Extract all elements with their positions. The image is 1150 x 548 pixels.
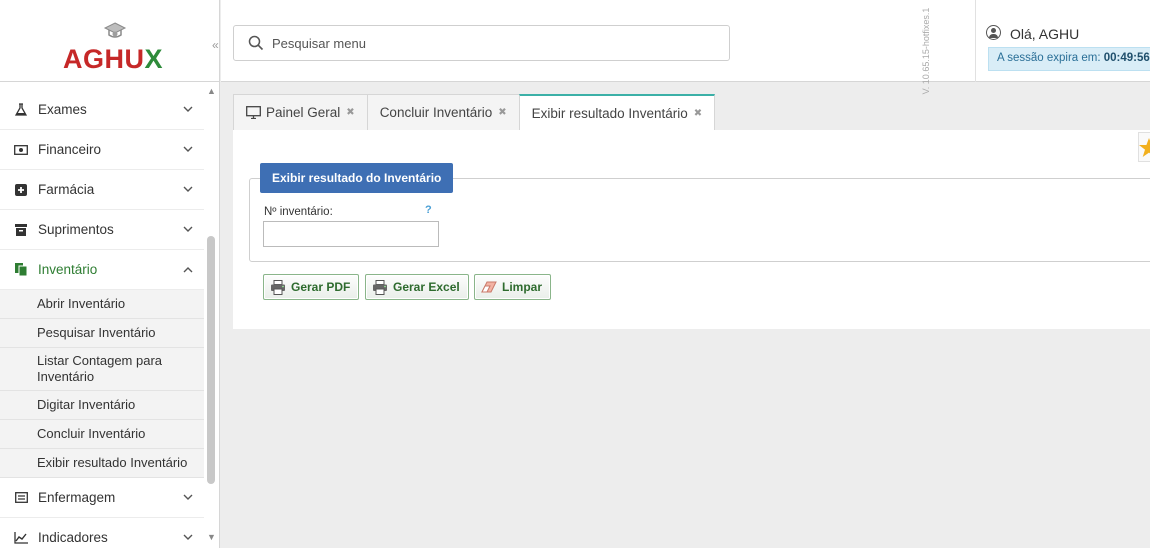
- printer-icon: [270, 279, 286, 295]
- plus-square-icon: [12, 182, 30, 198]
- tab-label: Exibir resultado Inventário: [531, 105, 688, 121]
- chevron-down-icon: [182, 532, 194, 544]
- copy-icon: [12, 262, 30, 278]
- session-label: A sessão expira em:: [997, 52, 1101, 64]
- tab-label: Concluir Inventário: [379, 105, 493, 120]
- sidebar-item-exames[interactable]: Exames: [0, 90, 204, 130]
- collapse-sidebar-icon[interactable]: «: [212, 38, 219, 52]
- search-icon: [248, 35, 264, 51]
- chevron-down-icon: [182, 492, 194, 504]
- flask-icon: [12, 102, 30, 118]
- sidebar-item-financeiro[interactable]: Financeiro: [0, 130, 204, 170]
- fieldset-legend: Exibir resultado do Inventário: [260, 163, 454, 193]
- tab-painel-geral[interactable]: Painel Geral ✖: [233, 94, 368, 130]
- version-label: V. 10.65.15-hotfixes.1: [918, 7, 931, 100]
- user-greeting[interactable]: Olá, AGHU: [1010, 26, 1079, 42]
- logo-wordmark: AGHUX: [63, 44, 164, 74]
- money-icon: [12, 142, 30, 158]
- session-timer: A sessão expira em: 00:49:56: [988, 47, 1150, 71]
- button-label: Gerar PDF: [291, 280, 351, 294]
- gerar-excel-button[interactable]: Gerar Excel: [365, 274, 469, 300]
- content-panel: Exibir resultado do Inventário Nº invent…: [233, 130, 1150, 329]
- submenu-item-listar-contagem[interactable]: Listar Contagem para Inventário: [0, 348, 204, 391]
- monitor-icon: [246, 106, 261, 119]
- chevron-down-icon: [182, 104, 194, 116]
- chevron-up-icon: [182, 264, 194, 276]
- sidebar-item-label: Enfermagem: [38, 490, 116, 505]
- sidebar-scrollbar[interactable]: ▲ ▼: [204, 84, 218, 548]
- tab-bar: Painel Geral ✖ Concluir Inventário ✖ Exi…: [233, 94, 716, 130]
- close-tab-icon[interactable]: ✖: [694, 108, 702, 119]
- button-label: Gerar Excel: [393, 280, 460, 294]
- sidebar-item-suprimentos[interactable]: Suprimentos: [0, 210, 204, 250]
- sidebar-item-inventario[interactable]: Inventário: [0, 250, 204, 290]
- tab-label: Painel Geral: [266, 105, 341, 120]
- tab-exibir-resultado-inventario[interactable]: Exibir resultado Inventário ✖: [518, 94, 716, 130]
- chevron-down-icon: [182, 184, 194, 196]
- chevron-down-icon: [182, 224, 194, 236]
- version-text: V. 10.65.15-hotfixes.1: [921, 7, 931, 95]
- sidebar-item-label: Farmácia: [38, 182, 95, 197]
- sidebar-item-label: Financeiro: [38, 142, 102, 157]
- graduation-cap-icon: [103, 22, 127, 38]
- close-tab-icon[interactable]: ✖: [346, 107, 354, 118]
- top-bar: V. 10.65.15-hotfixes.1 Olá, AGHU A sessã…: [221, 0, 1150, 94]
- scroll-up-icon[interactable]: ▲: [207, 86, 216, 96]
- logo-area: AGHUX «: [0, 0, 220, 82]
- search-input[interactable]: [272, 35, 712, 51]
- chevron-down-icon: [182, 144, 194, 156]
- sidebar-item-label: Exames: [38, 102, 87, 117]
- sidebar-item-indicadores[interactable]: Indicadores: [0, 518, 204, 548]
- submenu-item-concluir-inventario[interactable]: Concluir Inventário: [0, 420, 204, 449]
- sidebar-item-enfermagem[interactable]: Enfermagem: [0, 478, 204, 518]
- help-icon[interactable]: ?: [425, 204, 432, 216]
- user-box: Olá, AGHU A sessão expira em: 00:49:56: [975, 0, 1150, 82]
- sidebar-item-farmacia[interactable]: Farmácia: [0, 170, 204, 210]
- favorite-star-icon[interactable]: [1138, 132, 1150, 162]
- submenu-item-abrir-inventario[interactable]: Abrir Inventário: [0, 290, 204, 319]
- inventory-number-label: Nº inventário:: [264, 206, 333, 218]
- archive-icon: [12, 222, 30, 238]
- eraser-icon: [481, 281, 497, 293]
- tab-concluir-inventario[interactable]: Concluir Inventário ✖: [366, 94, 520, 130]
- aghux-logo[interactable]: AGHUX: [63, 20, 173, 74]
- button-label: Limpar: [502, 280, 543, 294]
- inventario-submenu: Abrir Inventário Pesquisar Inventário Li…: [0, 290, 204, 478]
- search-box[interactable]: [233, 25, 730, 61]
- limpar-button[interactable]: Limpar: [474, 274, 552, 300]
- scroll-down-icon[interactable]: ▼: [207, 532, 216, 542]
- list-alt-icon: [12, 490, 30, 506]
- submenu-item-pesquisar-inventario[interactable]: Pesquisar Inventário: [0, 319, 204, 348]
- submenu-item-digitar-inventario[interactable]: Digitar Inventário: [0, 391, 204, 420]
- printer-icon: [372, 279, 388, 295]
- sidebar-menu: Exames Financeiro Farmácia Suprimentos I…: [0, 90, 204, 548]
- sidebar-item-label: Inventário: [38, 262, 98, 277]
- sidebar: AGHUX « Exames Financeiro Farmácia Supri…: [0, 0, 220, 548]
- close-tab-icon[interactable]: ✖: [498, 107, 506, 118]
- sidebar-item-label: Indicadores: [38, 530, 108, 545]
- sidebar-item-label: Suprimentos: [38, 222, 114, 237]
- inventory-number-input[interactable]: [263, 221, 439, 247]
- user-icon[interactable]: [986, 25, 1001, 40]
- session-time: 00:49:56: [1103, 52, 1150, 64]
- gerar-pdf-button[interactable]: Gerar PDF: [263, 274, 360, 300]
- line-chart-icon: [12, 530, 30, 546]
- scrollbar-thumb[interactable]: [207, 236, 215, 484]
- submenu-item-exibir-resultado[interactable]: Exibir resultado Inventário: [0, 449, 204, 478]
